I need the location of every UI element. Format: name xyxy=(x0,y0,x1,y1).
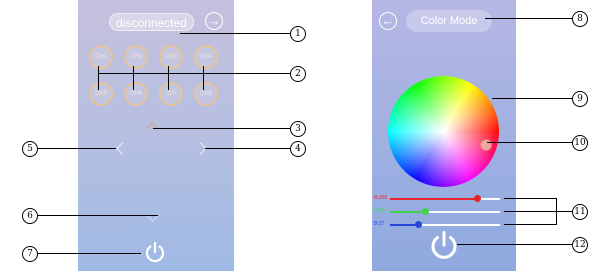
callout-line-8 xyxy=(485,18,572,19)
callout-number-6: 6 xyxy=(22,208,38,224)
slider-fill xyxy=(390,224,418,226)
channel-button-2[interactable]: CH2 xyxy=(124,45,148,69)
callout-number-10: 10 xyxy=(572,135,588,151)
callout-number-8: 8 xyxy=(572,11,588,27)
callout-number-12: 12 xyxy=(572,237,588,253)
slider-handle[interactable] xyxy=(473,195,481,202)
controller-screen: disconnected → CH1 CH2 CH3 CH4 CH5 CH6 C… xyxy=(78,0,234,271)
channel-button-7[interactable]: CH7 xyxy=(159,82,183,106)
channel-button-8[interactable]: CH8 xyxy=(194,82,218,106)
channel-button-1[interactable]: CH1 xyxy=(89,45,113,69)
callout-number-2: 2 xyxy=(290,66,306,82)
callout-number-9: 9 xyxy=(572,91,588,107)
callout-line-5 xyxy=(36,148,116,149)
callout-line-6 xyxy=(36,215,158,216)
callout-bracket xyxy=(556,198,557,225)
callout-number-7: 7 xyxy=(22,246,38,262)
color-slider-track[interactable] xyxy=(390,195,500,202)
callout-line-9 xyxy=(492,98,572,99)
callout-number-1: 1 xyxy=(290,26,306,42)
mode-title[interactable]: Color Mode xyxy=(406,10,492,32)
slider-fill xyxy=(390,198,477,200)
channel-button-6[interactable]: CH6 xyxy=(124,82,148,106)
color-mode-screen: ← Color Mode R:255 G:38 B:27 xyxy=(372,0,516,271)
connection-status[interactable]: disconnected xyxy=(109,13,194,31)
slider-handle[interactable] xyxy=(422,208,430,215)
power-icon[interactable] xyxy=(144,241,166,263)
callout-tick xyxy=(133,66,134,90)
callout-line-2 xyxy=(98,73,290,74)
slider-fill xyxy=(390,211,426,213)
callout-number-11: 11 xyxy=(572,204,588,220)
callout-number-5: 5 xyxy=(22,141,38,157)
callout-line-12 xyxy=(457,244,572,245)
color-wheel[interactable] xyxy=(388,76,499,187)
callout-tick xyxy=(168,66,169,90)
channel-button-3[interactable]: CH3 xyxy=(159,45,183,69)
channel-button-5[interactable]: CH5 xyxy=(89,82,113,106)
left-arrow-icon[interactable] xyxy=(116,142,129,155)
color-slider-track[interactable] xyxy=(390,208,500,215)
callout-line-11 xyxy=(504,198,556,199)
color-slider-track[interactable] xyxy=(390,221,500,228)
callout-tick xyxy=(98,66,99,90)
callout-line-10 xyxy=(487,142,572,143)
back-arrow-icon[interactable]: ← xyxy=(379,12,397,30)
power-icon[interactable] xyxy=(429,230,459,260)
callout-line-1 xyxy=(180,33,290,34)
slider-handle[interactable] xyxy=(414,221,422,228)
channel-button-4[interactable]: CH4 xyxy=(194,45,218,69)
color-picker-knob[interactable] xyxy=(480,139,492,151)
forward-arrow-icon[interactable]: → xyxy=(205,12,223,30)
callout-line-4 xyxy=(205,148,290,149)
callout-tick xyxy=(203,66,204,90)
callout-number-4: 4 xyxy=(290,141,306,157)
callout-line-11 xyxy=(504,211,572,212)
callout-line-7 xyxy=(36,253,141,254)
callout-line-3 xyxy=(153,128,290,129)
callout-number-3: 3 xyxy=(290,121,306,137)
callout-line-11 xyxy=(504,224,556,225)
